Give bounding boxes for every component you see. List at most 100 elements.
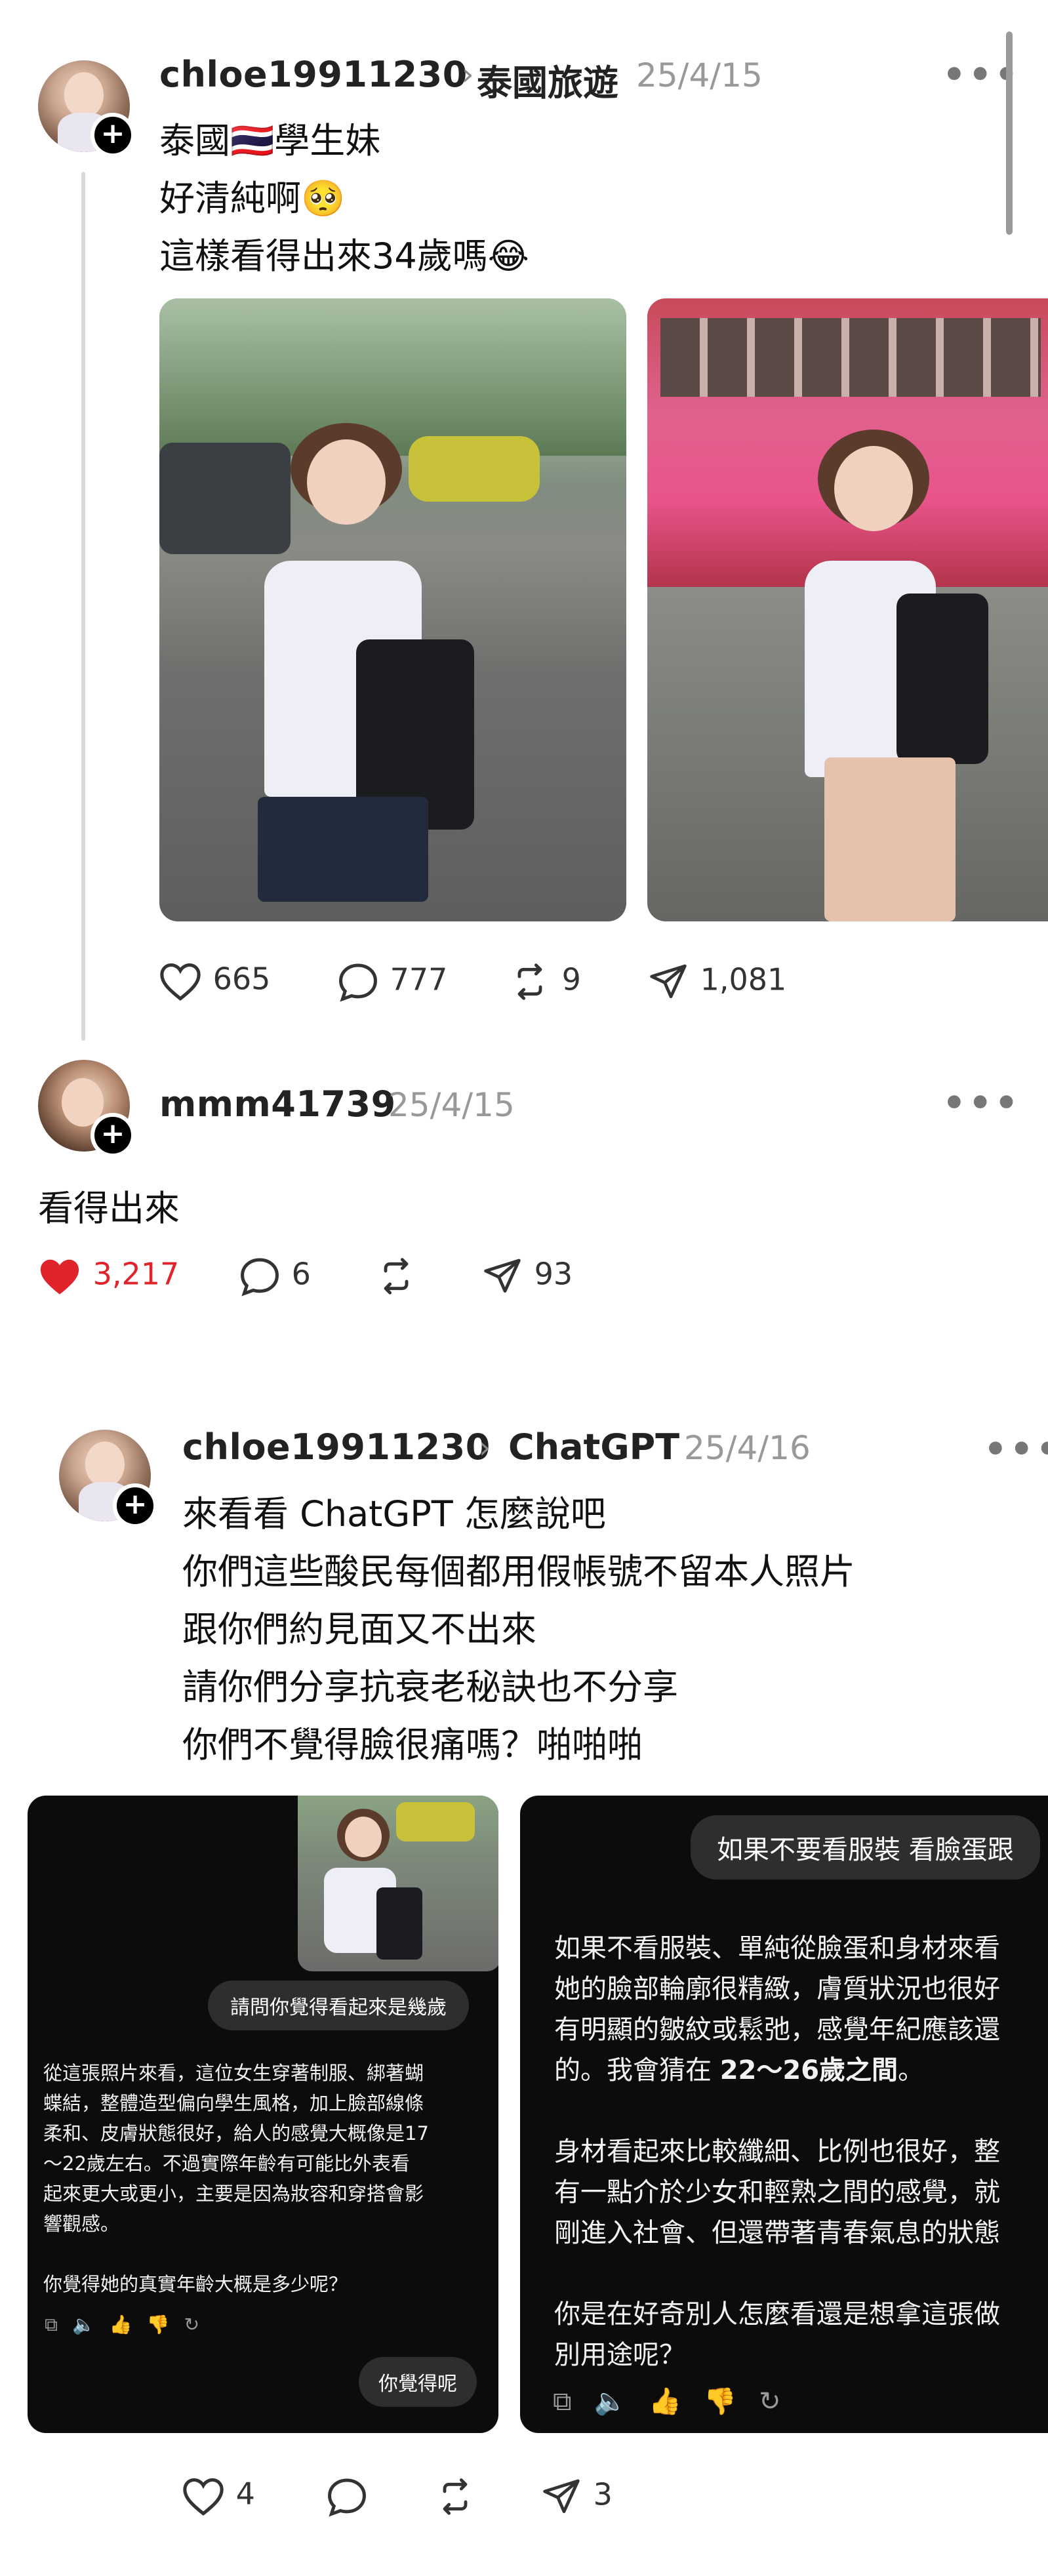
repost-button[interactable]: 9 [508,961,581,1003]
user-message-text: 請問你覺得看起來是幾歲 [230,1996,447,2019]
thumbs-up-icon[interactable]: 👍 [110,2314,147,2335]
repost-button[interactable] [433,2476,477,2518]
share-count: 93 [534,1256,573,1292]
share-icon [650,964,687,999]
follow-plus-icon[interactable]: + [91,113,135,157]
repost-icon [443,2478,468,2515]
share-button[interactable]: 3 [539,2476,613,2518]
reply-line: 別用途呢？ [554,2340,685,2370]
scrollbar[interactable] [1006,31,1013,235]
reply-line: 蝶結，整體造型偏向學生風格，加上臉部線條 [43,2092,424,2114]
message-actions: ⧉🔈👍👎↻ [553,2386,803,2417]
username[interactable]: chloe19911230 [159,54,468,95]
follow-plus-icon[interactable]: + [113,1483,157,1528]
post-date: 25/4/15 [388,1086,515,1124]
like-count: 4 [235,2476,255,2512]
reply-line: 柔和、皮膚狀態很好，給人的感覺大概像是17 [43,2122,429,2144]
post-date: 25/4/15 [636,56,763,94]
share-button[interactable]: 93 [480,1255,573,1297]
reply-line: 有一點介於少女和輕熟之間的感覺，就 [554,2177,1000,2207]
assistant-reply: 從這張照片來看，這位女生穿著制服、綁著蝴 蝶結，整體造型偏向學生風格，加上臉部線… [43,2058,429,2299]
post-text-line: 你們這些酸民每個都用假帳號不留本人照片 [182,1551,855,1592]
repost-icon [517,963,542,1000]
regenerate-icon[interactable]: ↻ [184,2314,214,2335]
user-message-bubble: 如果不要看服裝 看臉蛋跟 [691,1815,1040,1880]
comment-count: 6 [291,1256,311,1292]
chevron-right-icon: › [462,56,474,92]
post-date: 25/4/16 [684,1429,811,1467]
like-button[interactable]: 3,217 [36,1255,179,1297]
like-button[interactable]: 665 [157,961,270,1001]
more-icon[interactable]: ••• [984,1428,1048,1471]
comment-button[interactable] [325,2476,369,2518]
assistant-reply: 如果不看服裝、單純從臉蛋和身材來看 她的臉部輪廓很精緻，膚質狀況也很好 有明顯的… [554,1928,1000,2375]
user-message-bubble: 請問你覺得看起來是幾歲 [208,1981,469,2030]
copy-icon[interactable]: ⧉ [553,2386,594,2417]
reply-line: 你是在好奇別人怎麼看還是想拿這張做 [554,2299,1000,2329]
reply-line: 從這張照片來看，這位女生穿著制服、綁著蝴 [43,2062,424,2084]
thread-line [81,172,85,1041]
post-text-line: 來看看 ChatGPT 怎麼說吧 [182,1493,606,1535]
topic-tag[interactable]: 泰國旅遊 [477,54,618,106]
share-button[interactable]: 1,081 [646,961,786,1003]
message-actions: ⧉🔈👍👎↻ [45,2314,214,2336]
post-text-line: 跟你們約見面又不出來 [182,1609,536,1650]
reply-text: 看得出來 [38,1188,180,1229]
topic-tag[interactable]: ChatGPT [508,1426,679,1468]
user-message-text: 你覺得呢 [378,2373,457,2396]
reply-line: 身材看起來比較纖細、比例也很好，整 [554,2137,1000,2167]
heart-icon [183,2478,224,2516]
regenerate-icon[interactable]: ↻ [759,2386,803,2417]
chevron-right-icon: › [479,1430,491,1465]
thumbs-up-icon[interactable]: 👍 [649,2386,704,2417]
post-text-line: 你們不覺得臉很痛嗎？啪啪啪 [182,1724,643,1765]
copy-icon[interactable]: ⧉ [45,2314,72,2335]
thumbs-down-icon[interactable]: 👎 [704,2386,759,2417]
repost-count: 9 [561,961,581,997]
reply-line: 的。我會猜在 [554,2055,712,2085]
post-text-line: 這樣看得出來34歲嗎😂 [159,235,529,277]
heart-icon [40,1259,79,1295]
repost-button[interactable] [374,1255,418,1297]
follow-plus-icon[interactable]: + [91,1113,135,1157]
like-count: 665 [212,961,271,997]
comment-button[interactable]: 777 [336,961,447,1003]
post-text-line: 請你們分享抗衰老秘訣也不分享 [182,1666,678,1708]
post-photo[interactable] [647,298,1048,921]
comment-button[interactable]: 6 [237,1255,311,1297]
reply-question: 你覺得她的真實年齡大概是多少呢？ [43,2273,348,2295]
reply-line: 響觀感。 [43,2213,120,2235]
chat-screenshot-card[interactable]: 如果不要看服裝 看臉蛋跟 如果不看服裝、單純從臉蛋和身材來看 她的臉部輪廓很精緻… [520,1796,1048,2433]
post-text-line: 好清純啊🥺 [159,178,346,219]
more-icon[interactable]: ••• [942,1082,1020,1125]
reply-line: 起來更大或更小，主要是因為妝容和穿搭會影 [43,2183,424,2205]
share-count: 1,081 [700,961,787,997]
chat-screenshot-card[interactable]: 請問你覺得看起來是幾歲 從這張照片來看，這位女生穿著制服、綁著蝴 蝶結，整體造型… [28,1796,498,2433]
like-button[interactable]: 4 [180,2476,255,2516]
user-message-text: 如果不要看服裝 看臉蛋跟 [717,1835,1014,1865]
comment-icon [241,1258,279,1297]
reply-line: ～22歲左右。不過實際年齡有可能比外表看 [43,2152,410,2175]
reply-line: 如果不看服裝、單純從臉蛋和身材來看 [554,1933,1000,1963]
post-photo[interactable] [159,298,626,921]
speaker-icon[interactable]: 🔈 [72,2314,110,2335]
reply-line: 有明顯的皺紋或鬆弛，感覺年紀應該還 [554,2015,1000,2045]
speaker-icon[interactable]: 🔈 [594,2386,649,2417]
username[interactable]: chloe19911230 [182,1426,491,1468]
chat-image [298,1796,498,1971]
comment-icon [339,963,377,1002]
comment-icon [328,2478,366,2517]
share-count: 3 [593,2476,613,2512]
comment-count: 777 [390,961,448,997]
thumbs-down-icon[interactable]: 👎 [147,2314,184,2335]
reply-line: 剛進入社會、但還帶著青春氣息的狀態 [554,2218,1000,2248]
repost-icon [384,1258,409,1295]
reply-bold: 22～26歲之間 [719,2055,898,2085]
heart-icon [160,963,201,1001]
reply-line: 她的臉部輪廓很精緻，膚質狀況也很好 [554,1974,1000,2004]
user-message-bubble: 你覺得呢 [359,2357,477,2407]
username[interactable]: mmm41739 [159,1083,396,1125]
like-count: 3,217 [92,1256,180,1292]
share-icon [543,2479,580,2514]
share-icon [484,1258,521,1293]
